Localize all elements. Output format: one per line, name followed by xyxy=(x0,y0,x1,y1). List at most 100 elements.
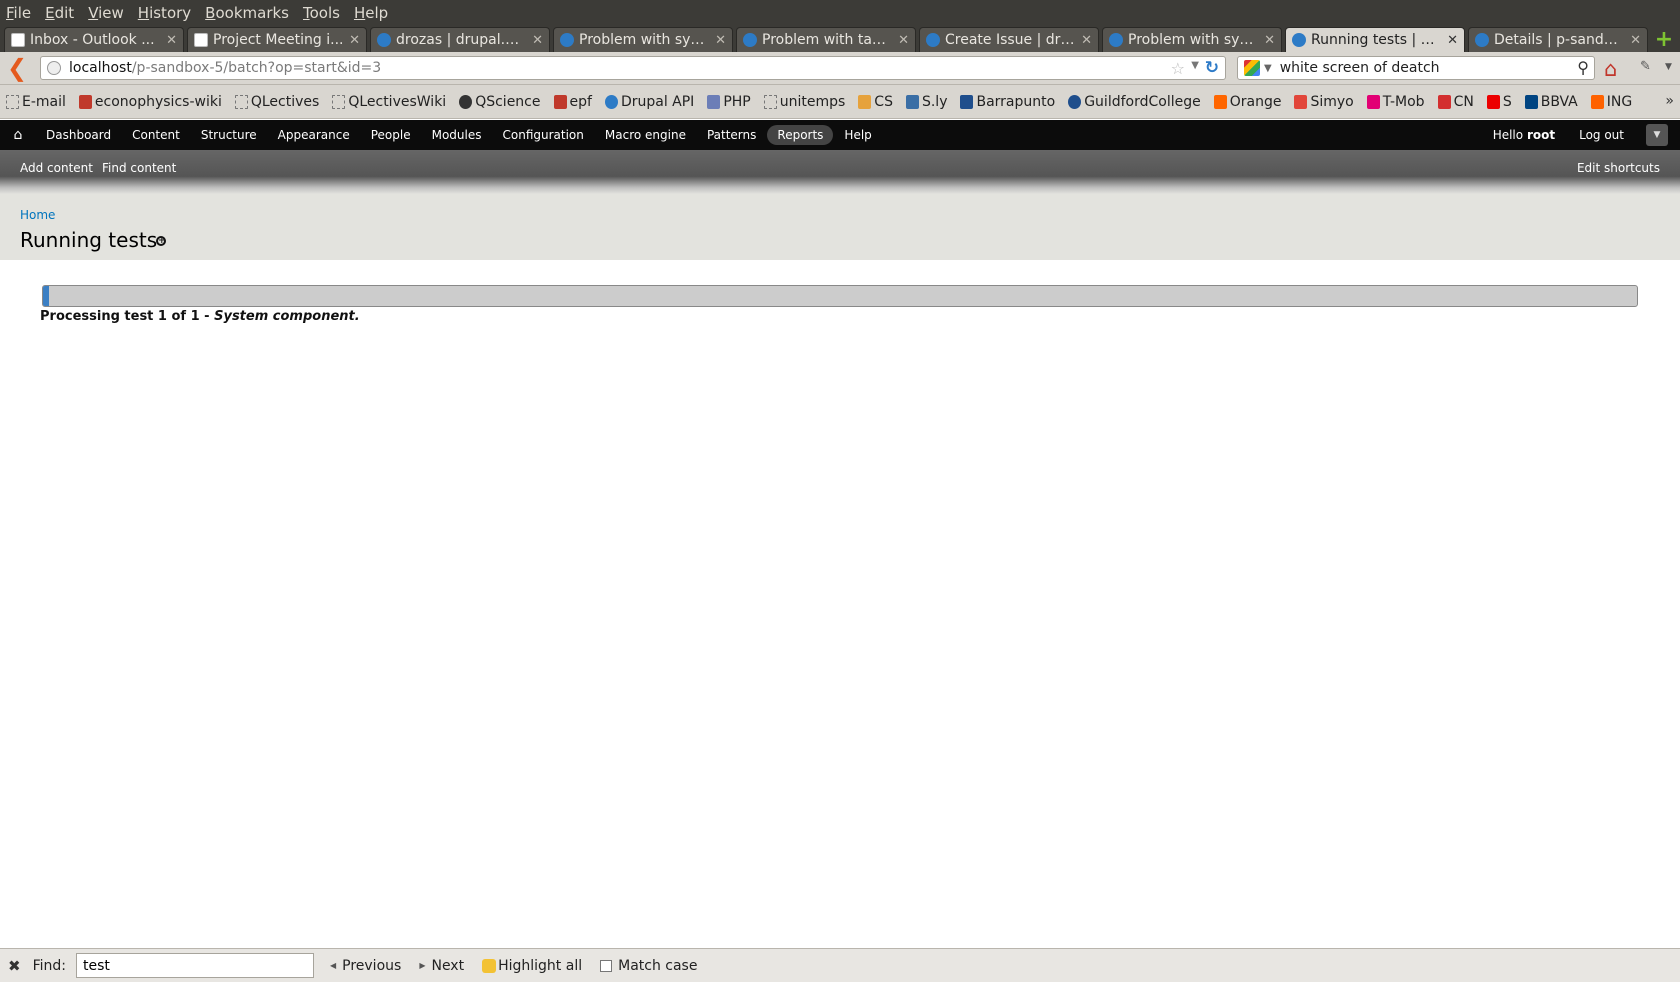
bookmarks-overflow-icon[interactable]: » xyxy=(1665,93,1674,109)
close-tab-icon[interactable]: ✕ xyxy=(715,33,726,48)
menu-item[interactable]: Edit xyxy=(45,4,74,22)
bookmark-item[interactable]: GuildfordCollege xyxy=(1068,94,1201,110)
close-tab-icon[interactable]: ✕ xyxy=(1447,33,1458,48)
bookmark-label: epf xyxy=(569,93,592,110)
bookmark-item[interactable]: Orange xyxy=(1213,93,1282,110)
username: root xyxy=(1526,128,1556,142)
addon-dropdown-icon[interactable]: ▼ xyxy=(1665,62,1672,72)
history-dropdown-icon[interactable]: ▼ xyxy=(1191,60,1199,71)
bookmark-star-icon[interactable]: ☆ xyxy=(1171,59,1185,78)
toolbar-item-macro-engine[interactable]: Macro engine xyxy=(595,125,696,145)
bookmark-item[interactable]: ING xyxy=(1590,93,1633,110)
bookmark-item[interactable]: econophysics-wiki xyxy=(78,94,222,110)
toolbar-item-configuration[interactable]: Configuration xyxy=(493,125,594,145)
match-case-box[interactable] xyxy=(600,959,613,972)
bookmark-item[interactable]: QScience xyxy=(459,94,541,110)
bookmark-label: Orange xyxy=(1229,93,1282,110)
google-icon[interactable] xyxy=(1244,60,1260,76)
bookmark-item[interactable]: Barrapunto xyxy=(960,94,1055,110)
close-tab-icon[interactable]: ✕ xyxy=(349,33,360,48)
menu-item[interactable]: Bookmarks xyxy=(205,4,289,22)
back-button[interactable]: ❮ xyxy=(0,52,34,85)
menu-item-label: istory xyxy=(149,3,192,22)
toolbar-item-appearance[interactable]: Appearance xyxy=(268,125,360,145)
toolbar-item-patterns[interactable]: Patterns xyxy=(697,125,766,145)
browser-tab[interactable]: Inbox - Outlook ... ✕ xyxy=(4,27,184,52)
close-tab-icon[interactable]: ✕ xyxy=(1081,33,1092,48)
find-next-button[interactable]: ▶ Next xyxy=(419,958,464,974)
match-case-checkbox[interactable]: Match case xyxy=(600,958,697,974)
toolbar-item-people[interactable]: People xyxy=(361,125,421,145)
menu-item[interactable]: View xyxy=(88,4,124,22)
close-tab-icon[interactable]: ✕ xyxy=(532,33,543,48)
bookmark-label: S xyxy=(1502,93,1512,110)
bookmark-item[interactable]: CS xyxy=(858,94,893,110)
close-tab-icon[interactable]: ✕ xyxy=(898,33,909,48)
site-identity-icon[interactable] xyxy=(47,61,61,75)
bbva-icon xyxy=(1524,94,1538,109)
bookmark-item[interactable]: QLectives xyxy=(234,94,319,110)
bookmark-label: QLectivesWiki xyxy=(348,93,447,110)
bookmark-item[interactable]: Simyo xyxy=(1294,94,1354,110)
new-tab-icon[interactable]: + xyxy=(1653,29,1675,52)
reload-icon[interactable]: ↻ xyxy=(1205,58,1219,78)
url-bar[interactable]: localhost/p-sandbox-5/batch?op=start&id=… xyxy=(40,56,1226,80)
addon-icon[interactable]: ✎ xyxy=(1640,59,1651,74)
toolbar-item-reports[interactable]: Reports xyxy=(767,125,834,145)
close-tab-icon[interactable]: ✕ xyxy=(166,33,177,48)
browser-tab[interactable]: Running tests | p-... ✕ xyxy=(1285,27,1465,52)
progress-bar xyxy=(42,285,1638,307)
bookmark-label: Drupal API xyxy=(620,93,695,110)
toolbar-toggle-button[interactable]: ▼ xyxy=(1646,124,1668,146)
find-previous-button[interactable]: ◀ Previous xyxy=(330,958,401,974)
bookmark-item[interactable]: S.ly xyxy=(905,94,947,110)
bookmark-item[interactable]: CN xyxy=(1437,94,1474,110)
menu-item[interactable]: File xyxy=(6,4,31,22)
toolbar-item-dashboard[interactable]: Dashboard xyxy=(36,125,121,145)
menu-item[interactable]: History xyxy=(138,4,191,22)
find-input[interactable] xyxy=(75,953,314,978)
bookmark-item[interactable]: unitemps xyxy=(763,94,845,110)
bookmark-item[interactable]: PHP xyxy=(707,94,751,110)
bookmark-item[interactable]: S xyxy=(1486,93,1512,110)
menu-item[interactable]: Tools xyxy=(303,4,340,22)
search-bar[interactable]: ▼ white screen of deatch ⚲ xyxy=(1237,56,1595,80)
browser-tab[interactable]: drozas | drupal.org ✕ xyxy=(370,27,550,52)
bookmark-item[interactable]: QLectivesWiki xyxy=(332,94,446,110)
menu-item[interactable]: Help xyxy=(354,4,388,22)
browser-tab[interactable]: Project Meeting i... ✕ xyxy=(187,27,367,52)
highlight-all-button[interactable]: Highlight all xyxy=(482,958,582,974)
bookmark-item[interactable]: E-mail xyxy=(6,94,66,110)
browser-tab[interactable]: Problem with tax... ✕ xyxy=(736,27,916,52)
bookmark-item[interactable]: epf xyxy=(553,93,592,110)
bookmark-item[interactable]: Drupal API xyxy=(604,93,695,110)
close-find-icon[interactable]: ✖ xyxy=(8,957,21,975)
bookmark-item[interactable]: BBVA xyxy=(1524,94,1578,110)
tab-title: Inbox - Outlook ... xyxy=(30,32,155,48)
browser-tab[interactable]: Problem with sys... ✕ xyxy=(553,27,733,52)
menu-item-label: ile xyxy=(13,3,32,22)
edit-shortcuts-link[interactable]: Edit shortcuts xyxy=(1577,161,1660,175)
home-icon[interactable]: ⌂ xyxy=(0,127,36,143)
browser-tab[interactable]: Create Issue | dru... ✕ xyxy=(919,27,1099,52)
toolbar-item-modules[interactable]: Modules xyxy=(422,125,492,145)
close-tab-icon[interactable]: ✕ xyxy=(1264,33,1275,48)
close-tab-icon[interactable]: ✕ xyxy=(1630,33,1641,48)
toolbar-item-structure[interactable]: Structure xyxy=(191,125,267,145)
logout-link[interactable]: Log out xyxy=(1579,128,1624,142)
bookmark-item[interactable]: T-Mob xyxy=(1366,94,1425,110)
search-engine-dropdown-icon[interactable]: ▼ xyxy=(1264,63,1272,74)
home-icon[interactable]: ⌂ xyxy=(1604,57,1617,81)
search-input[interactable]: white screen of deatch xyxy=(1280,60,1440,76)
add-shortcut-icon[interactable]: + xyxy=(156,236,166,246)
shortcut-add-content[interactable]: Add content xyxy=(20,161,93,175)
search-icon[interactable]: ⚲ xyxy=(1577,58,1589,77)
browser-tab[interactable]: Details | p-sandb... ✕ xyxy=(1468,27,1648,52)
bookmark-label: ING xyxy=(1606,93,1633,110)
shortcut-find-content[interactable]: Find content xyxy=(102,161,176,175)
santander-icon xyxy=(1486,94,1500,109)
breadcrumb-home-link[interactable]: Home xyxy=(20,208,55,222)
toolbar-item-content[interactable]: Content xyxy=(122,125,190,145)
browser-tab[interactable]: Problem with sys... ✕ xyxy=(1102,27,1282,52)
toolbar-item-help[interactable]: Help xyxy=(834,125,881,145)
